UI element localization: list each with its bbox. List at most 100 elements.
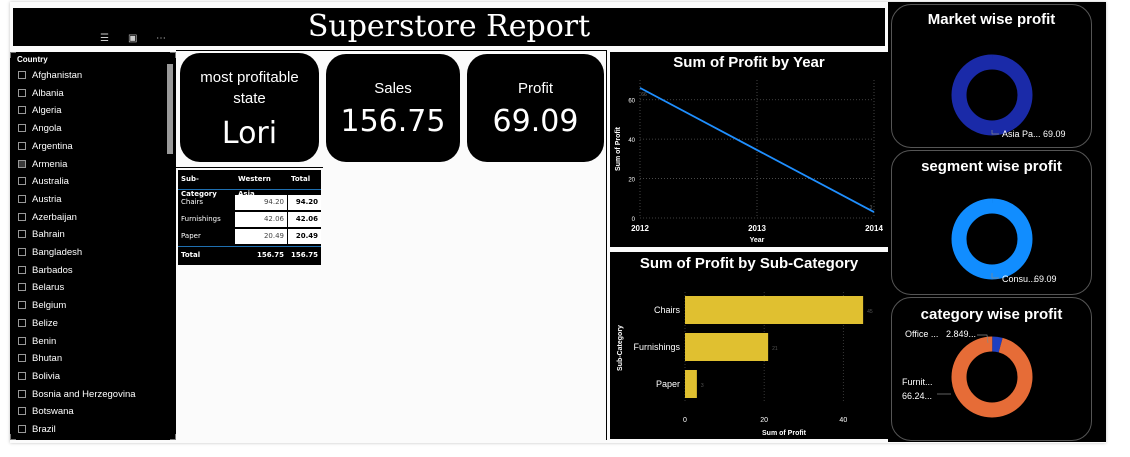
total-divider bbox=[178, 246, 321, 247]
column-header[interactable]: Western Asia bbox=[235, 172, 287, 198]
slice-label: Consu... bbox=[1002, 274, 1036, 284]
segment-wise-profit-card[interactable]: segment wise profit Consu... 69.09 bbox=[891, 150, 1092, 295]
line-chart: 0 20 40 60 2012 2013 2014 66 3 Year Sum of Profit bbox=[615, 80, 883, 244]
slicer-item[interactable]: Bahrain bbox=[18, 226, 65, 243]
slicer-item-label: Bolivia bbox=[32, 370, 60, 382]
table-cell: 42.06 bbox=[235, 212, 287, 227]
slicer-item[interactable]: Belarus bbox=[18, 279, 64, 296]
checkbox[interactable] bbox=[18, 318, 26, 327]
slicer-item[interactable]: Albania bbox=[18, 85, 64, 102]
checkbox[interactable] bbox=[18, 159, 26, 168]
slice-label: 66.24... bbox=[902, 391, 932, 401]
table-cell: 42.06 bbox=[288, 212, 321, 227]
focus-mode-icon[interactable]: ▣ bbox=[128, 32, 137, 46]
row-label: Chairs bbox=[181, 198, 204, 206]
checkbox[interactable] bbox=[18, 212, 26, 221]
checkbox[interactable] bbox=[18, 336, 26, 345]
slicer-item[interactable]: Belize bbox=[18, 315, 58, 332]
column-header[interactable]: Sub-Category bbox=[178, 172, 234, 198]
country-slicer: Country Afghanistan Albania Algeria Angola A… bbox=[10, 52, 176, 440]
profit-by-year-panel[interactable]: Sum of Profit by Year 0 20 40 60 2012 2013 201… bbox=[610, 52, 888, 247]
card-label: most profitable bbox=[200, 69, 299, 86]
slicer-item[interactable]: Bolivia bbox=[18, 368, 60, 385]
card-label: Sales bbox=[374, 80, 412, 97]
checkbox[interactable] bbox=[18, 106, 26, 115]
checkbox[interactable] bbox=[18, 177, 26, 186]
checkbox[interactable] bbox=[18, 194, 26, 203]
slicer-scrollbar[interactable] bbox=[167, 64, 173, 154]
checkbox[interactable] bbox=[18, 124, 26, 133]
slicer-item[interactable]: Botswana bbox=[18, 403, 74, 420]
more-options-icon[interactable]: ⋯ bbox=[156, 32, 166, 46]
checkbox[interactable] bbox=[18, 354, 26, 363]
x-axis-title: Sum of Profit bbox=[762, 430, 807, 437]
row-label: Furnishings bbox=[181, 215, 221, 223]
sales-card[interactable]: Sales 156.75 bbox=[326, 54, 460, 162]
slicer-item[interactable]: Belgium bbox=[18, 297, 66, 314]
resize-handle[interactable] bbox=[10, 434, 16, 440]
slicer-item[interactable]: Azerbaijan bbox=[18, 209, 77, 226]
y-category-label: Paper bbox=[656, 379, 680, 389]
checkbox[interactable] bbox=[18, 265, 26, 274]
table-cell: 20.49 bbox=[235, 229, 287, 244]
checkbox[interactable] bbox=[18, 425, 26, 433]
bar bbox=[685, 296, 864, 324]
checkbox[interactable] bbox=[18, 141, 26, 150]
slicer-item[interactable]: Bosnia and Herzegovina bbox=[18, 386, 136, 403]
slicer-item[interactable]: Brazil bbox=[18, 421, 56, 438]
slicer-item[interactable]: Benin bbox=[18, 333, 56, 350]
slicer-item-label: Algeria bbox=[32, 105, 62, 117]
slicer-item[interactable]: Algeria bbox=[18, 102, 62, 119]
slicer-item[interactable]: Barbados bbox=[18, 262, 73, 279]
slicer-item[interactable]: Afghanistan bbox=[18, 67, 82, 84]
resize-handle[interactable] bbox=[10, 52, 16, 58]
donut-chart: Office ... 2.849... Furnit... 66.24... bbox=[902, 329, 1033, 418]
donut-chart: Consu...69.09 bbox=[951, 198, 1057, 284]
slicer-item-label: Albania bbox=[32, 87, 64, 99]
checkbox[interactable] bbox=[18, 283, 26, 292]
bar bbox=[685, 370, 697, 398]
slicer-item-label: Brazil bbox=[32, 424, 56, 435]
slicer-item[interactable]: Angola bbox=[18, 120, 62, 137]
slice-label: Office ... bbox=[905, 329, 938, 339]
table-cell: 94.20 bbox=[235, 195, 287, 210]
slicer-item-label: Belize bbox=[32, 317, 58, 329]
bar bbox=[685, 333, 769, 361]
profit-by-subcategory-panel[interactable]: Sum of Profit by Sub-Category 0 20 40 Chair… bbox=[610, 252, 888, 439]
filter-icon[interactable]: ☰ bbox=[100, 32, 109, 46]
slicer-item[interactable]: Australia bbox=[18, 173, 69, 190]
slice-label: 69.09 bbox=[1034, 274, 1057, 284]
resize-handle[interactable] bbox=[170, 52, 176, 58]
slicer-item[interactable]: Bangladesh bbox=[18, 244, 82, 261]
slicer-item[interactable]: Austria bbox=[18, 191, 62, 208]
checkbox[interactable] bbox=[18, 407, 26, 416]
profit-card[interactable]: Profit 69.09 bbox=[467, 54, 604, 162]
slicer-item-label: Argentina bbox=[32, 140, 73, 152]
checkbox[interactable] bbox=[18, 88, 26, 97]
checkbox[interactable] bbox=[18, 230, 26, 239]
resize-handle[interactable] bbox=[170, 434, 176, 440]
column-header[interactable]: Total bbox=[288, 172, 321, 187]
slice-label: Asia Pa... bbox=[1002, 129, 1041, 139]
sub-category-matrix[interactable]: Sub-Category Western Asia Total Chairs 9… bbox=[178, 170, 321, 265]
card-label: state bbox=[233, 90, 266, 107]
slicer-item[interactable]: Bhutan bbox=[18, 350, 62, 367]
slicer-item[interactable]: Armenia bbox=[18, 156, 67, 173]
checkbox[interactable] bbox=[18, 71, 26, 79]
checkbox[interactable] bbox=[18, 301, 26, 310]
checkbox[interactable] bbox=[18, 371, 26, 380]
checkbox[interactable] bbox=[18, 248, 26, 256]
most-profitable-state-card[interactable]: most profitable state Lori bbox=[180, 53, 319, 162]
y-axis-title: Sum of Profit bbox=[615, 126, 622, 171]
slicer-item[interactable]: Argentina bbox=[18, 138, 73, 155]
slicer-item-label: Botswana bbox=[32, 406, 74, 418]
slicer-header: Country bbox=[17, 55, 48, 64]
y-tick-label: 40 bbox=[628, 138, 635, 144]
slicer-item-label: Bangladesh bbox=[32, 247, 83, 258]
data-label: 45 bbox=[867, 309, 873, 315]
market-wise-profit-card[interactable]: Market wise profit Asia Pa... 69.09 bbox=[891, 4, 1092, 148]
donut-slice bbox=[951, 198, 1033, 280]
checkbox[interactable] bbox=[18, 389, 26, 398]
category-wise-profit-card[interactable]: category wise profit Office ... 2.849... F… bbox=[891, 297, 1092, 441]
slicer-item-label: Benin bbox=[32, 335, 57, 347]
